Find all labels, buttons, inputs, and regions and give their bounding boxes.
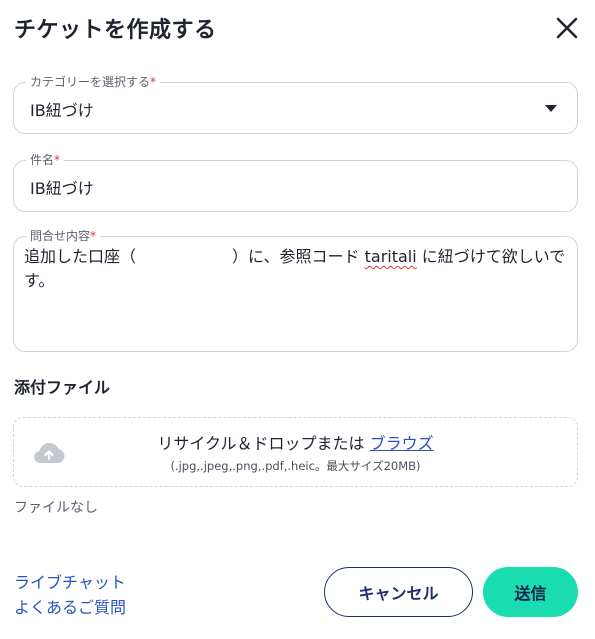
file-status: ファイルなし	[14, 500, 98, 516]
cancel-button[interactable]: キャンセル	[324, 567, 473, 617]
file-hint: (.jpg,.jpeg,.png,.pdf,.heic。最大サイズ20MB)	[170, 459, 421, 473]
inquiry-label: 問合せ内容*	[26, 228, 101, 244]
inquiry-textarea[interactable]: 問合せ内容* 追加した口座（ ）に、参照コード taritali に紐づけて欲しい…	[13, 228, 578, 352]
file-drop-zone[interactable]: リサイクル＆ドロップまたは ブラウズ (.jpg,.jpeg,.png,.pdf…	[13, 417, 578, 487]
category-value: IB紐づけ	[30, 101, 94, 120]
attachments-title: 添付ファイル	[14, 378, 111, 397]
drop-instruction: リサイクル＆ドロップまたは ブラウズ	[157, 434, 434, 453]
subject-value: IB紐づけ	[30, 179, 94, 198]
inquiry-text: 追加した口座（ ）に、参照コード taritali に紐づけて欲しいです。	[24, 247, 566, 290]
send-button[interactable]: 送信	[483, 567, 578, 617]
required-mark: *	[90, 229, 97, 243]
close-icon[interactable]	[552, 13, 582, 43]
dropdown-caret-icon[interactable]	[545, 105, 557, 112]
dialog-title: チケットを作成する	[14, 18, 217, 43]
faq-link[interactable]: よくあるご質問	[14, 594, 126, 618]
subject-field[interactable]: 件名* IB紐づけ	[13, 152, 578, 212]
category-label: カテゴリーを選択する*	[26, 74, 161, 90]
required-mark: *	[54, 153, 61, 167]
live-chat-link[interactable]: ライブチャット	[14, 569, 126, 593]
misspelled-word: taritali	[364, 247, 417, 266]
required-mark: *	[150, 75, 157, 89]
subject-label: 件名*	[26, 152, 65, 168]
browse-link[interactable]: ブラウズ	[370, 434, 434, 453]
category-select[interactable]: カテゴリーを選択する* IB紐づけ	[13, 74, 578, 134]
